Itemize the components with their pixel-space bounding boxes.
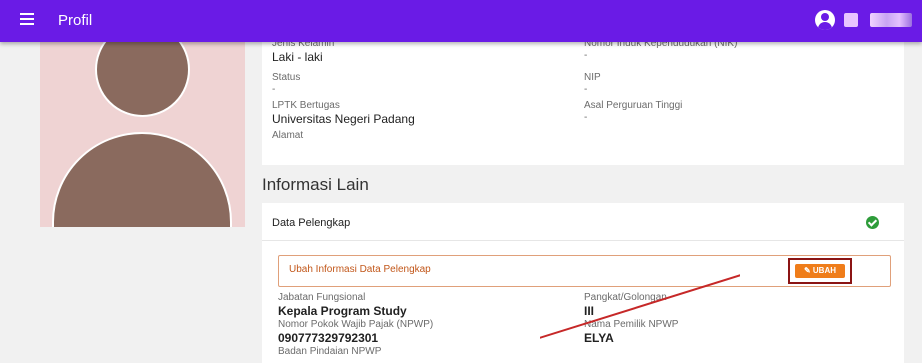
value: - bbox=[272, 84, 276, 95]
label: Alamat bbox=[272, 130, 304, 141]
value: Laki - laki bbox=[272, 50, 323, 64]
field-npwp: Nomor Pokok Wajib Pajak (NPWP) 090777329… bbox=[278, 319, 433, 346]
field-asal-pt: Asal Perguruan Tinggi - bbox=[584, 100, 682, 124]
label: Badan Pindaian NPWP bbox=[278, 346, 382, 357]
avatar-body bbox=[52, 132, 232, 227]
page-title: Profil bbox=[58, 12, 93, 29]
value: - bbox=[584, 50, 588, 61]
annotation-arrow bbox=[540, 274, 740, 339]
field-alamat: Alamat bbox=[272, 130, 303, 142]
value: - bbox=[584, 112, 588, 123]
profile-card: Jenis Kelamin Laki - laki Nomor Induk Ke… bbox=[262, 38, 904, 165]
value: Universitas Negeri Padang bbox=[272, 112, 415, 126]
field-lptk: LPTK Bertugas Universitas Negeri Padang bbox=[272, 100, 415, 127]
user-name-chip[interactable] bbox=[870, 13, 912, 27]
app-bar: Profil bbox=[0, 0, 922, 42]
field-jabatan: Jabatan Fungsional Kepala Program Study bbox=[278, 292, 407, 319]
edit-prompt: Ubah Informasi Data Pelengkap bbox=[289, 264, 431, 275]
label: LPTK Bertugas bbox=[272, 100, 340, 111]
highlight-box: ✎ UBAH bbox=[788, 258, 852, 284]
label: NIP bbox=[584, 72, 601, 83]
menu-icon[interactable] bbox=[20, 13, 34, 27]
data-pelengkap-title: Data Pelengkap bbox=[272, 217, 351, 229]
ubah-label: UBAH bbox=[812, 266, 837, 275]
value: - bbox=[584, 84, 588, 95]
label: Status bbox=[272, 72, 301, 83]
label: Nomor Pokok Wajib Pajak (NPWP) bbox=[278, 319, 434, 330]
section-title: Informasi Lain bbox=[262, 175, 369, 194]
notification-icon[interactable] bbox=[844, 13, 858, 27]
profile-photo bbox=[40, 42, 245, 227]
pencil-icon: ✎ bbox=[803, 266, 811, 275]
check-circle-icon bbox=[866, 216, 879, 229]
field-jenis-kelamin: Jenis Kelamin Laki - laki bbox=[272, 38, 334, 65]
value: Kepala Program Study bbox=[278, 304, 407, 318]
value: 090777329792301 bbox=[278, 331, 379, 345]
avatar-head bbox=[95, 42, 190, 117]
field-status: Status - bbox=[272, 72, 300, 96]
field-nip: NIP - bbox=[584, 72, 601, 96]
data-pelengkap-header[interactable]: Data Pelengkap bbox=[262, 203, 904, 241]
label: Asal Perguruan Tinggi bbox=[584, 100, 683, 111]
field-badan-pindaian: Badan Pindaian NPWP bbox=[278, 346, 381, 358]
label: Jabatan Fungsional bbox=[278, 292, 366, 303]
ubah-button[interactable]: ✎ UBAH bbox=[795, 264, 845, 278]
account-icon[interactable] bbox=[815, 10, 835, 30]
